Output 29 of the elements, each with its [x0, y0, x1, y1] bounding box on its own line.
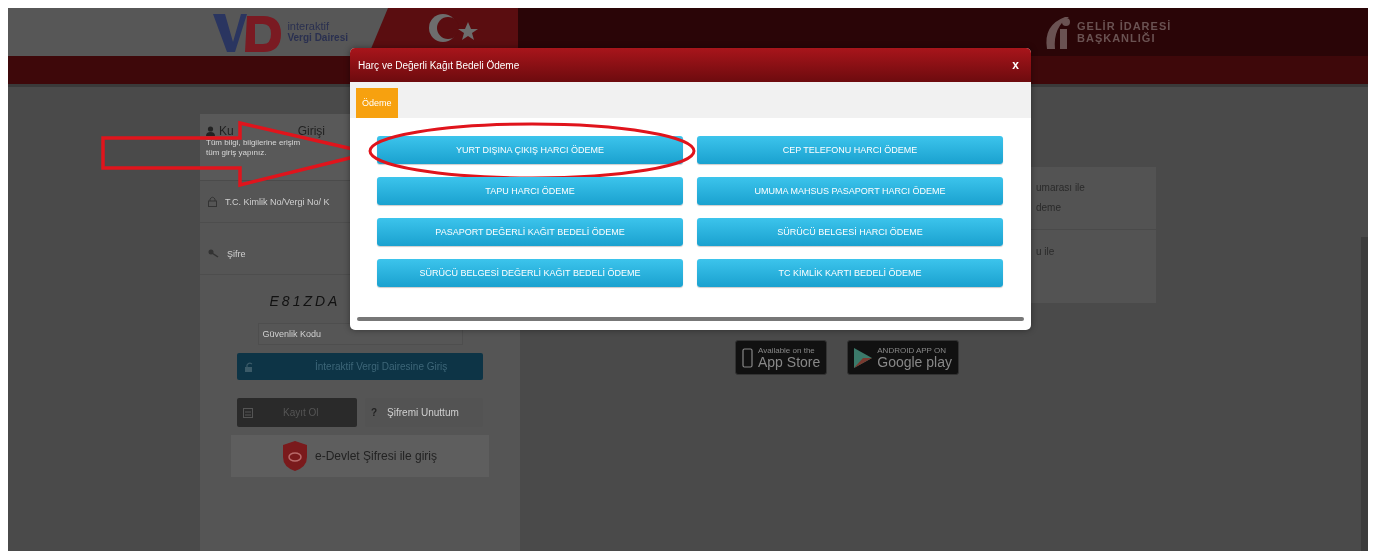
payment-button[interactable]: UMUMA MAHSUS PASAPORT HARCI ÖDEME — [697, 177, 1003, 205]
payment-button[interactable]: SÜRÜCÜ BELGESİ DEĞERLİ KAĞIT BEDELİ ÖDEME — [377, 259, 683, 287]
gib-logo-icon — [1043, 15, 1073, 49]
password-input[interactable]: Şifre — [225, 247, 429, 260]
login-description: Tüm bilgi, bilgilerine erişim — [206, 138, 301, 148]
payment-button[interactable]: CEP TELEFONU HARCI ÖDEME — [697, 136, 1003, 164]
key-icon — [208, 249, 219, 258]
shield-icon — [282, 441, 307, 471]
user-icon — [206, 126, 215, 136]
payment-button[interactable]: SÜRÜCÜ BELGESİ HARCI ÖDEME — [697, 218, 1003, 246]
payment-button[interactable]: TAPU HARCI ÖDEME — [377, 177, 683, 205]
dialog-title: Harç ve Değerli Kağıt Bedeli Ödeme — [358, 59, 520, 71]
app-store-badge[interactable]: Available on the App Store — [735, 340, 828, 375]
vd-logo-icon — [211, 12, 284, 52]
edevlet-login-button[interactable]: e-Devlet Şifresi ile giriş — [231, 435, 489, 477]
captcha-text: E81ZDA — [269, 293, 341, 309]
payment-button[interactable]: TC KİMLİK KARTI BEDELİ ÖDEME — [697, 259, 1003, 287]
play-icon — [854, 347, 873, 368]
form-icon — [243, 407, 253, 418]
google-play-badge[interactable]: ANDROID APP ON Google play — [847, 340, 959, 375]
phone-icon — [742, 347, 753, 368]
payment-button[interactable]: PASAPORT DEĞERLİ KAĞIT BEDELİ ÖDEME — [377, 218, 683, 246]
lock-icon — [208, 196, 217, 207]
close-button[interactable]: x — [1008, 58, 1023, 72]
login-description: tüm giriş yapınız. — [206, 148, 267, 158]
unlock-icon — [245, 361, 255, 372]
tab[interactable]: Ödeme — [356, 88, 398, 118]
brand-text: GELİR İDARESİ BAŞKANLIĞI — [1077, 20, 1172, 44]
payment-button[interactable]: YURT DIŞINA ÇIKIŞ HARCI ÖDEME — [377, 136, 683, 164]
